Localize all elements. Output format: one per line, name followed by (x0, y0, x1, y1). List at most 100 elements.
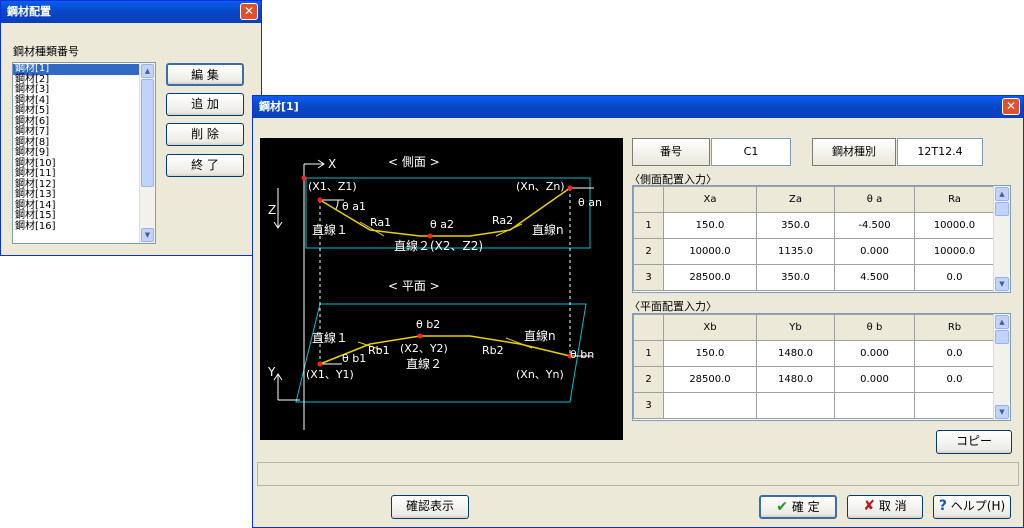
cancel-button[interactable]: ✘ 取 消 (847, 495, 923, 519)
scroll-down-arrow-icon[interactable]: ▼ (995, 277, 1009, 291)
list-item[interactable]: 鋼材[11] (13, 168, 139, 180)
scroll-up-arrow-icon[interactable]: ▲ (995, 315, 1009, 329)
side-line1-label: 直線１ (312, 222, 348, 237)
list-item[interactable]: 鋼材[9] (13, 147, 139, 159)
grid-header-row: Xa Za θ a Ra (633, 186, 995, 213)
grid-cell[interactable] (834, 392, 915, 419)
grid-cell[interactable]: 0.0 (914, 264, 995, 291)
theta-b2-label: θ b2 (416, 318, 440, 331)
grid-cell[interactable]: 1135.0 (756, 238, 835, 265)
z-axis-label: Z (268, 203, 276, 217)
plan-point1-label: (X1、Y1) (306, 368, 354, 381)
plan-column-header: Rb (914, 314, 995, 341)
side-column-header: θ a (834, 186, 915, 213)
title-bar[interactable]: 鋼材配置 (1, 1, 261, 23)
y-axis-label: Y (267, 365, 276, 379)
list-item[interactable]: 鋼材[1] (13, 63, 139, 75)
close-icon: ✕ (243, 4, 255, 18)
row-header: 3 (633, 264, 664, 291)
scroll-down-arrow-icon[interactable]: ▼ (141, 228, 154, 242)
list-item[interactable]: 鋼材[15] (13, 210, 139, 222)
title-bar[interactable]: 鋼材[1] (253, 96, 1023, 118)
plan-pointn-label: (Xn、Yn) (516, 368, 564, 381)
list-item[interactable]: 鋼材[3] (13, 84, 139, 96)
grid-cell[interactable]: 0.0 (914, 340, 995, 367)
delete-button[interactable]: 削 除 (166, 123, 244, 146)
table-row: 3 28500.0 350.0 4.500 0.0 (633, 264, 995, 291)
grid-cell[interactable] (756, 392, 835, 419)
side-grid-scrollbar[interactable]: ▲ ▼ (993, 186, 1010, 292)
rb1-label: Rb1 (368, 344, 390, 357)
plan-input-grid[interactable]: Xb Yb θ b Rb 1 150.0 1480.0 0.000 0.0 2 28500.0 148… (632, 313, 1011, 421)
grid-cell[interactable] (914, 392, 995, 419)
grid-cell[interactable]: 4.500 (834, 264, 915, 291)
question-icon: ? (938, 498, 947, 514)
rb2-label: Rb2 (482, 344, 504, 357)
close-button[interactable]: ✕ (240, 3, 258, 20)
grid-cell[interactable] (663, 392, 757, 419)
grid-cell[interactable]: 0.000 (834, 238, 915, 265)
steel-type-field[interactable]: 12T12.4 (897, 138, 983, 166)
row-header: 2 (633, 238, 664, 265)
grid-cell[interactable]: -4.500 (834, 212, 915, 239)
number-label: 番号 (632, 138, 710, 166)
side-linen-label: 直線n (532, 222, 564, 237)
scroll-thumb[interactable] (995, 330, 1009, 344)
scroll-up-arrow-icon[interactable]: ▲ (995, 187, 1009, 201)
list-item[interactable]: 鋼材[7] (13, 126, 139, 138)
grid-cell[interactable]: 28500.0 (663, 264, 757, 291)
grid-cell[interactable]: 10000.0 (914, 212, 995, 239)
x-axis-label: X (328, 157, 336, 171)
plan-column-header: Xb (663, 314, 757, 341)
steel-type-list[interactable]: 鋼材[1] 鋼材[2] 鋼材[3] 鋼材[4] 鋼材[5] 鋼材[6] 鋼材[7] 鋼材[8]… (12, 62, 156, 244)
plan-grid-scrollbar[interactable]: ▲ ▼ (993, 314, 1010, 420)
ok-button[interactable]: ✔ 確 定 (759, 495, 837, 519)
scroll-down-arrow-icon[interactable]: ▼ (995, 405, 1009, 419)
grid-cell[interactable]: 150.0 (663, 340, 757, 367)
grid-cell[interactable]: 1480.0 (756, 366, 835, 393)
grid-cell[interactable]: 0.0 (914, 366, 995, 393)
number-field[interactable]: C1 (711, 138, 791, 166)
list-scrollbar[interactable]: ▲ ▼ (139, 63, 155, 243)
table-row: 1 150.0 350.0 -4.500 10000.0 (633, 212, 995, 239)
scroll-thumb[interactable] (141, 79, 154, 187)
grid-cell[interactable]: 10000.0 (663, 238, 757, 265)
scroll-up-arrow-icon[interactable]: ▲ (141, 64, 154, 78)
grid-cell[interactable]: 28500.0 (663, 366, 757, 393)
list-label: 鋼材種類番号 (13, 45, 79, 58)
grid-cell[interactable]: 0.000 (834, 340, 915, 367)
row-header: 2 (633, 366, 664, 393)
side-line2-label: 直線２(X2、Z2) (394, 238, 483, 253)
scroll-thumb[interactable] (995, 202, 1009, 216)
tendon-diagram: X Z Y < 側面 > < 平面 > (X1、Z1) (Xn、Zn) θ a1… (267, 155, 602, 430)
grid-cell[interactable]: 350.0 (756, 212, 835, 239)
row-header: 3 (633, 392, 664, 419)
confirm-display-button[interactable]: 確認表示 (391, 495, 469, 519)
grid-cell[interactable]: 350.0 (756, 264, 835, 291)
list-item[interactable]: 鋼材[13] (13, 189, 139, 201)
end-button[interactable]: 終 了 (166, 154, 244, 177)
grid-cell[interactable]: 10000.0 (914, 238, 995, 265)
check-icon: ✔ (776, 499, 789, 515)
list-item[interactable]: 鋼材[5] (13, 105, 139, 117)
steel-placement-window: 鋼材配置 ✕ 鋼材種類番号 鋼材[1] 鋼材[2] 鋼材[3] 鋼材[4] 鋼材[5] 鋼… (0, 0, 262, 256)
grid-cell[interactable]: 150.0 (663, 212, 757, 239)
theta-b1-label: θ b1 (342, 352, 366, 365)
side-input-grid[interactable]: Xa Za θ a Ra 1 150.0 350.0 -4.500 10000.0 2 10000.… (632, 185, 1011, 293)
list-item[interactable]: 鋼材[16] (13, 221, 139, 233)
plan-column-header: Yb (756, 314, 835, 341)
grid-cell[interactable]: 1480.0 (756, 340, 835, 367)
add-button[interactable]: 追 加 (166, 93, 244, 116)
side-view-title: < 側面 > (388, 155, 440, 169)
help-button[interactable]: ? ヘルプ(H) (933, 495, 1011, 519)
theta-a1-label: θ a1 (342, 200, 366, 213)
grid-corner-cell (633, 186, 664, 213)
close-icon: ✕ (1005, 99, 1017, 113)
window-title: 鋼材配置 (7, 5, 51, 18)
copy-button[interactable]: コピー (936, 430, 1012, 454)
plan-column-header: θ b (834, 314, 915, 341)
side-column-header: Xa (663, 186, 757, 213)
edit-button[interactable]: 編 集 (166, 63, 244, 86)
close-button[interactable]: ✕ (1002, 98, 1020, 115)
grid-cell[interactable]: 0.000 (834, 366, 915, 393)
